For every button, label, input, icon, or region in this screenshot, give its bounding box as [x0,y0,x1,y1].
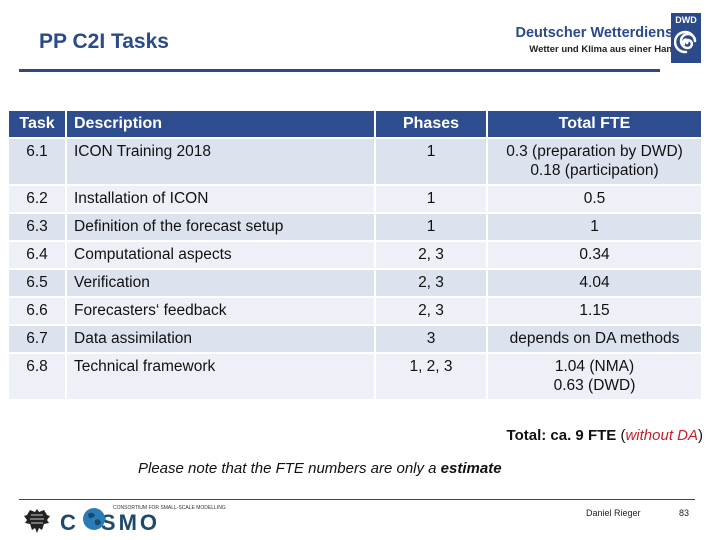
spiral-icon [674,30,697,54]
cell-description: Forecasters‘ feedback [66,296,376,325]
cell-task: 6.7 [9,324,67,353]
table-row: 6.1 ICON Training 2018 1 0.3 (preparatio… [9,137,701,185]
cell-fte: 0.34 [487,240,701,269]
cell-description: ICON Training 2018 [66,137,376,185]
cell-task: 6.3 [9,212,67,241]
cell-fte: 1.04 (NMA) 0.63 (DWD) [487,352,701,399]
cell-task: 6.4 [9,240,67,269]
table-row: 6.2 Installation of ICON 1 0.5 [9,184,701,213]
total-qualifier: without DA [625,427,698,444]
dwd-logo-abbr: DWD [675,15,697,25]
cell-phases: 1 [375,212,488,241]
tasks-table: Task Description Phases Total FTE 6.1 IC… [9,111,701,399]
fte-line: 0.18 (participation) [530,162,659,179]
cell-phases: 2, 3 [375,296,488,325]
cosmo-logo-smo: SMO [100,510,161,535]
author-name: Daniel Rieger [586,508,641,518]
footer-divider [19,499,695,500]
cell-fte: 1.15 [487,296,701,325]
table-row: 6.5 Verification 2, 3 4.04 [9,268,701,297]
table-row: 6.8 Technical framework 1, 2, 3 1.04 (NM… [9,352,701,399]
cell-description: Definition of the forecast setup [66,212,376,241]
cell-task: 6.8 [9,352,67,399]
cell-phases: 1 [375,184,488,213]
cell-phases: 3 [375,324,488,353]
cosmo-logo-c: C [60,510,79,535]
fte-line: 0.63 (DWD) [553,377,636,394]
cell-description: Data assimilation [66,324,376,353]
estimate-note: Please note that the FTE numbers are onl… [138,460,502,477]
cell-description: Installation of ICON [66,184,376,213]
table-header-row: Task Description Phases Total FTE [9,111,701,138]
dwd-logo-name: Deutscher Wetterdienst [515,25,679,41]
cell-fte: 0.5 [487,184,701,213]
table-row: 6.6 Forecasters‘ feedback 2, 3 1.15 [9,296,701,325]
fte-line: 0.3 (preparation by DWD) [506,143,683,160]
note-text: Please note that the FTE numbers are onl… [138,460,441,477]
total-summary: Total: ca. 9 FTE (without DA) [507,427,703,444]
cell-fte: 4.04 [487,268,701,297]
cell-description: Computational aspects [66,240,376,269]
globe-icon [83,508,105,530]
cell-phases: 2, 3 [375,268,488,297]
cell-task: 6.1 [9,137,67,185]
cell-fte: 1 [487,212,701,241]
table-row: 6.3 Definition of the forecast setup 1 1 [9,212,701,241]
cell-description: Technical framework [66,352,376,399]
federal-eagle-icon [24,509,50,533]
page-title: PP C2I Tasks [39,30,169,53]
cosmo-logo: C SMO [60,510,160,536]
cell-task: 6.5 [9,268,67,297]
note-emphasis: estimate [440,460,502,477]
cell-task: 6.6 [9,296,67,325]
cell-phases: 2, 3 [375,240,488,269]
header-total-fte: Total FTE [487,111,701,138]
header-divider [19,69,660,72]
dwd-logo-slogan: Wetter und Klima aus einer Hand [529,44,678,55]
cell-phases: 1 [375,137,488,185]
cell-phases: 1, 2, 3 [375,352,488,399]
table-row: 6.7 Data assimilation 3 depends on DA me… [9,324,701,353]
header-task: Task [9,111,67,138]
header-phases: Phases [375,111,488,138]
cell-description: Verification [66,268,376,297]
page-number: 83 [679,508,690,518]
cell-fte: depends on DA methods [487,324,701,353]
cell-task: 6.2 [9,184,67,213]
dwd-logo-box: DWD [671,13,701,63]
table-row: 6.4 Computational aspects 2, 3 0.34 [9,240,701,269]
cell-fte: 0.3 (preparation by DWD) 0.18 (participa… [487,137,701,185]
total-value: Total: ca. 9 FTE [506,427,617,444]
total-close-paren: ) [698,427,703,444]
fte-line: 1.04 (NMA) [554,358,635,375]
header-description: Description [66,111,376,138]
